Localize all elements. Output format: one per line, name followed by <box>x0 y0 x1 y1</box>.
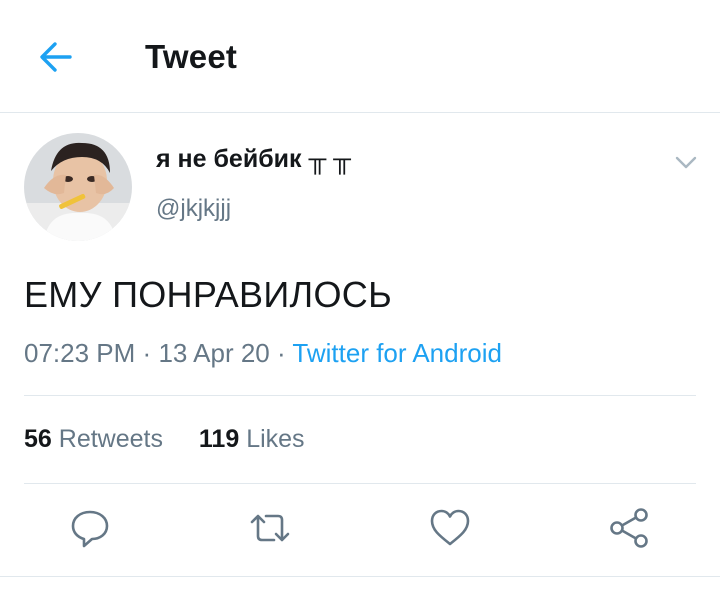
tweet-menu-button[interactable] <box>674 153 698 173</box>
divider <box>24 395 696 396</box>
reply-icon <box>71 510 109 548</box>
tweet-stats: 56 Retweets 119 Likes <box>24 425 305 454</box>
author-handle[interactable]: @jkjkjjj <box>156 195 231 223</box>
back-button[interactable] <box>36 38 76 78</box>
retweets-stat[interactable]: 56 Retweets <box>24 425 163 453</box>
like-icon <box>430 509 470 546</box>
retweets-label: Retweets <box>58 425 163 453</box>
tweet-meta: 07:23 PM · 13 Apr 20 · Twitter for Andro… <box>24 338 502 369</box>
page-title: Tweet <box>145 38 238 75</box>
retweet-button[interactable] <box>248 506 292 550</box>
tweet-time: 07:23 PM <box>24 338 136 368</box>
share-icon <box>610 508 648 548</box>
meta-separator: · <box>276 338 286 368</box>
avatar[interactable] <box>24 133 132 241</box>
likes-label: Likes <box>246 425 305 453</box>
reply-button[interactable] <box>68 506 112 550</box>
tweet-source-link[interactable]: Twitter for Android <box>292 338 502 368</box>
avatar-image <box>24 133 132 241</box>
retweet-icon <box>250 514 290 542</box>
author-name[interactable]: я не бейбик ╥ ╥ <box>156 145 351 174</box>
header-bar: Tweet <box>0 0 720 113</box>
like-button[interactable] <box>428 506 472 550</box>
likes-count: 119 <box>198 425 240 453</box>
divider <box>0 576 720 577</box>
retweets-count: 56 <box>24 425 52 453</box>
likes-stat[interactable]: 119 Likes <box>199 425 305 453</box>
tweet-date: 13 Apr 20 <box>158 338 270 368</box>
share-button[interactable] <box>608 506 652 550</box>
arrow-left-icon <box>40 42 72 72</box>
tweet-text: ЕМУ ПОНРАВИЛОСЬ <box>24 274 392 315</box>
chevron-down-icon <box>675 156 697 169</box>
divider <box>24 483 696 484</box>
meta-separator: · <box>142 338 152 368</box>
